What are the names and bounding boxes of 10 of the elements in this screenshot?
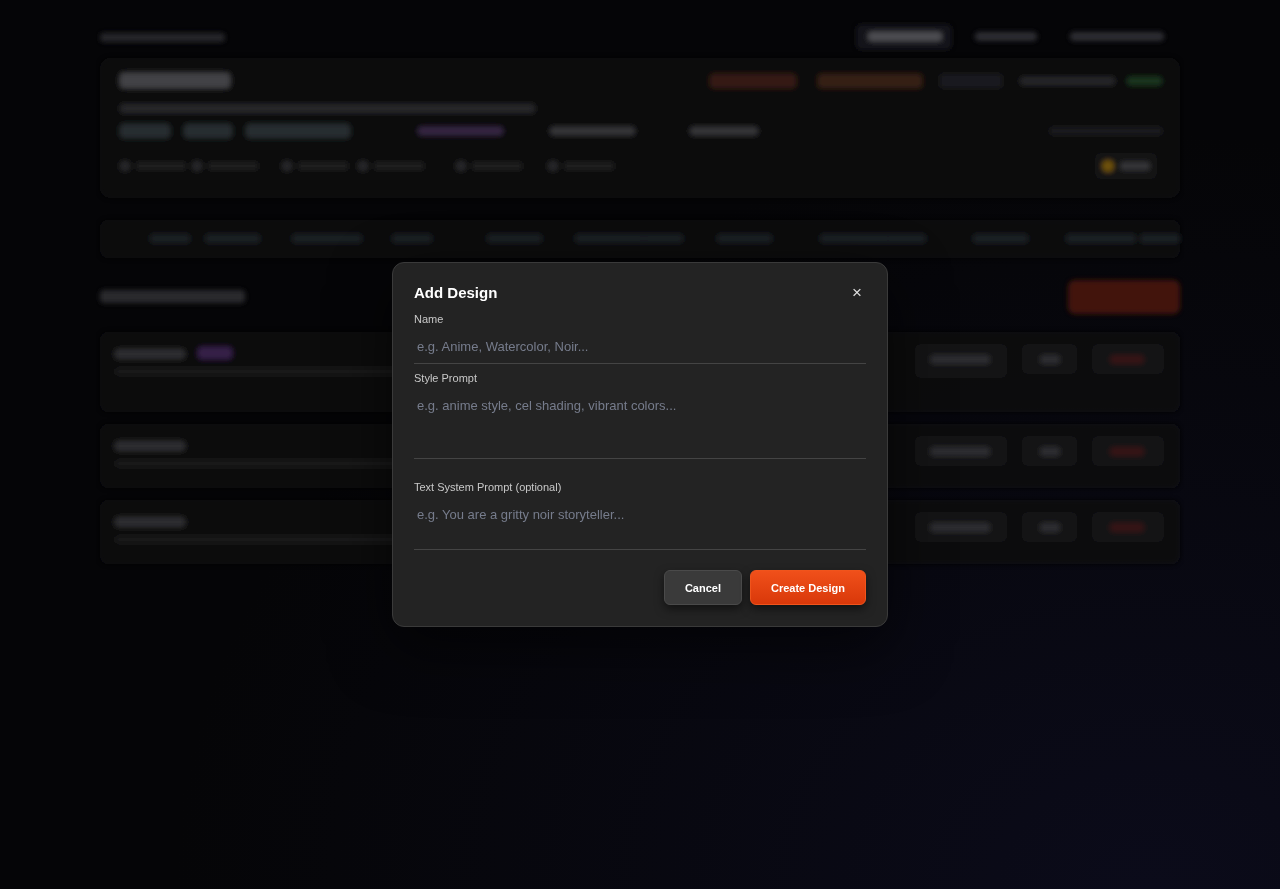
style-prompt-field[interactable]: e.g. anime style, cel shading, vibrant colors... xyxy=(414,390,866,459)
cancel-button[interactable]: Cancel xyxy=(663,570,742,605)
dialog-title: Add Design xyxy=(414,284,498,301)
field-label: Name xyxy=(414,313,445,325)
name-input[interactable]: e.g. Anime, Watercolor, Noir... xyxy=(414,331,866,364)
field-label: Text System Prompt (optional) xyxy=(414,481,563,493)
field-label: Style Prompt xyxy=(414,372,478,384)
create-design-button[interactable]: Create Design xyxy=(750,570,866,605)
close-button[interactable]: × xyxy=(848,284,866,301)
system-prompt-field[interactable]: e.g. You are a gritty noir storyteller... xyxy=(414,499,866,550)
